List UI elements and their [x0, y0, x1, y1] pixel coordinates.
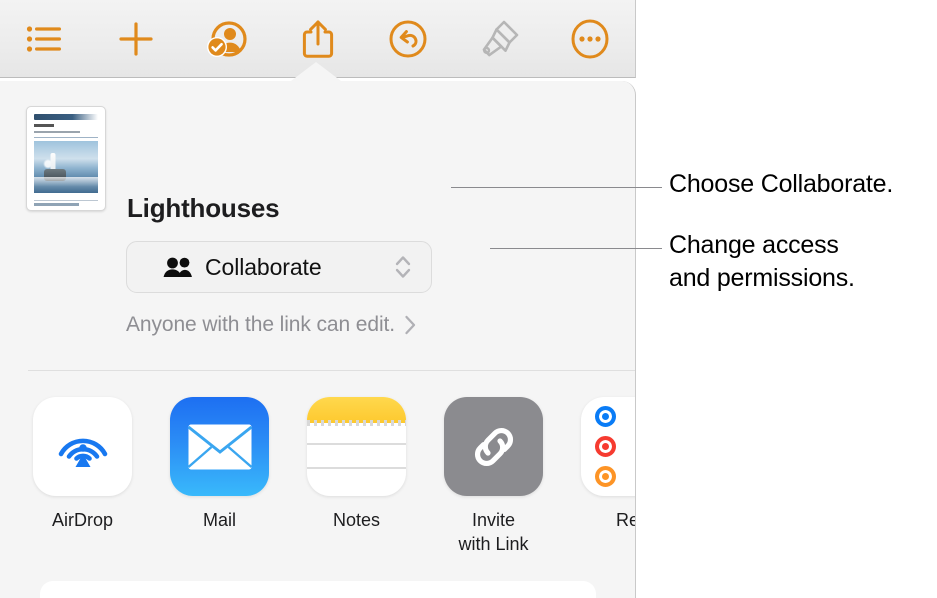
share-target-notes[interactable]: Notes: [288, 397, 425, 532]
share-target-mail[interactable]: Mail: [151, 397, 288, 532]
collaborate-person-icon: [205, 19, 249, 59]
link-chain-icon: [444, 397, 543, 496]
page-title: Lighthouses: [127, 193, 280, 223]
reminders-dot-red: [595, 436, 616, 457]
thumbnail-meta-line: [34, 131, 80, 133]
share-target-label: AirDrop: [51, 510, 113, 530]
link-access-label: Anyone with the link can edit.: [126, 313, 395, 336]
popover-arrow: [287, 62, 345, 84]
undo-button[interactable]: [363, 0, 454, 78]
list-icon: [26, 23, 64, 55]
screenshot-root: Lighthouses Collaborate Anyone with the …: [0, 0, 937, 598]
collaborate-popup-label: Collaborate: [205, 253, 322, 280]
share-up-arrow-icon: [300, 18, 336, 60]
callout-text-1: Choose Collaborate.: [669, 170, 894, 198]
share-target-airdrop[interactable]: AirDrop: [14, 397, 151, 532]
share-target-label: Rer: [615, 510, 635, 530]
reminders-dot-orange: [595, 466, 616, 487]
notes-rule-1: [307, 443, 406, 445]
share-target-invite-with-link[interactable]: Invite with Link: [425, 397, 562, 556]
collaborate-button[interactable]: [181, 0, 272, 78]
share-destinations-row: AirDrop Mail Notes Invite with Link R: [14, 397, 635, 556]
notes-icon: [307, 397, 406, 496]
mail-envelope-icon: [170, 397, 269, 496]
plus-icon: [117, 20, 155, 58]
collaborate-popup-button[interactable]: Collaborate: [126, 241, 432, 293]
thumbnail-photo: [34, 141, 98, 193]
link-access-button[interactable]: Anyone with the link can edit.: [126, 313, 417, 337]
insert-button[interactable]: [91, 0, 182, 78]
thumbnail-rule: [34, 137, 98, 138]
thumbnail-footer-rule: [34, 200, 98, 201]
thumbnail-footer-line: [34, 203, 80, 206]
section-divider: [28, 370, 635, 371]
callout-leader-line-1: [451, 187, 662, 188]
format-button[interactable]: [454, 0, 545, 78]
callout-text-2: Change access and permissions.: [669, 231, 855, 292]
more-ellipsis-icon: [570, 18, 610, 60]
paintbrush-icon: [477, 18, 521, 60]
chevron-right-icon: [404, 314, 417, 336]
up-down-chevron-icon: [393, 252, 413, 282]
share-target-label: Notes: [332, 510, 381, 530]
share-target-label: Mail: [202, 510, 236, 530]
share-target-reminders[interactable]: Rer: [562, 397, 635, 532]
document-list-button[interactable]: [0, 0, 91, 78]
airdrop-icon: [33, 397, 132, 496]
share-target-label: Invite with Link: [458, 510, 529, 554]
share-sheet-panel: Lighthouses Collaborate Anyone with the …: [0, 81, 636, 598]
reminders-dot-blue: [595, 406, 616, 427]
more-button[interactable]: [544, 0, 635, 78]
thumbnail-waves: [34, 177, 98, 193]
thumbnail-title-line: [34, 114, 98, 120]
thumbnail-subtitle-line: [34, 124, 54, 127]
document-thumbnail: [26, 106, 106, 211]
notes-perforation: [307, 420, 406, 426]
two-people-icon: [163, 256, 193, 278]
reminders-icon: [581, 397, 635, 496]
callout-leader-line-2: [490, 248, 662, 249]
copy-action-row[interactable]: Copy: [40, 581, 596, 598]
undo-arrow-icon: [388, 19, 428, 59]
notes-rule-2: [307, 467, 406, 469]
